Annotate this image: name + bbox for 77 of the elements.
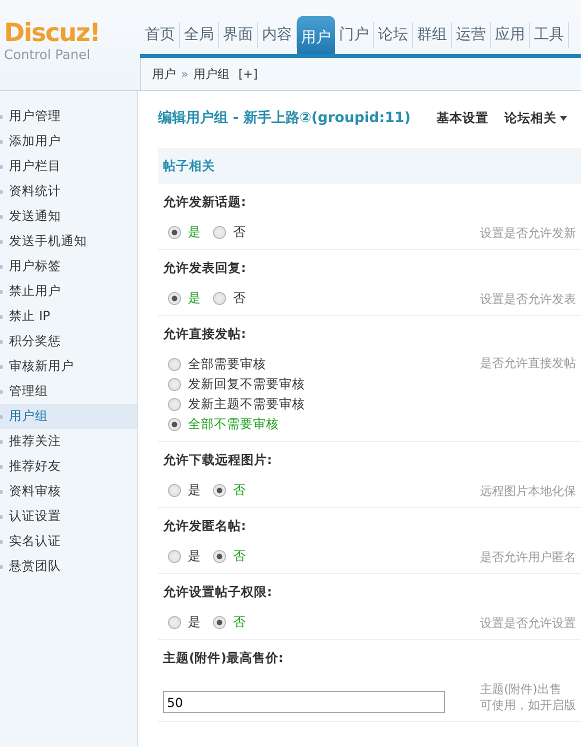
sidebar-item[interactable]: 资料审核	[0, 479, 137, 504]
radio-option[interactable]: 否	[213, 289, 246, 307]
sidebar-item[interactable]: 悬赏团队	[0, 554, 137, 579]
setting-hint: 设置是否允许发新	[480, 225, 577, 241]
radio-icon[interactable]	[168, 550, 181, 562]
setting-label: 允许直接发帖:	[163, 326, 247, 343]
setting-hint: 设置是否允许发表	[480, 291, 577, 307]
sidebar-item[interactable]: 资料统计	[0, 179, 137, 204]
sidebar-item[interactable]: 推荐关注	[0, 429, 137, 454]
radio-icon[interactable]	[213, 616, 226, 628]
nav-tab[interactable]: 运营	[452, 22, 491, 48]
section-title: 帖子相关	[163, 158, 215, 174]
radio-option[interactable]: 是	[168, 613, 201, 631]
setting-label: 允许发表回复:	[163, 260, 247, 277]
sidebar-item[interactable]: 推荐好友	[0, 454, 137, 479]
sidebar-item[interactable]: 审核新用户	[0, 354, 137, 379]
setting-hint: 是否允许用户匿名	[480, 549, 577, 565]
breadcrumb-link[interactable]: 用户	[152, 66, 176, 82]
sidebar-item[interactable]: 添加用户	[0, 129, 137, 154]
setting-hint: 可使用，如开启版	[480, 697, 577, 713]
add-link[interactable]: [+]	[238, 67, 258, 81]
setting-label: 允许发匿名帖:	[163, 518, 247, 535]
sidebar-item[interactable]: 管理组	[0, 379, 137, 404]
nav-tab[interactable]: 群组	[413, 22, 452, 48]
nav-tab[interactable]: 论坛	[374, 22, 413, 48]
sidebar-item[interactable]: 实名认证	[0, 529, 137, 554]
radio-option[interactable]: 发新主题不需要审核	[168, 395, 305, 413]
sidebar-item[interactable]: 用户组	[0, 404, 137, 429]
radio-icon[interactable]	[213, 292, 226, 304]
radio-icon[interactable]	[168, 358, 181, 370]
setting-label: 主题(附件)最高售价:	[163, 650, 284, 667]
page-tab[interactable]: 论坛相关	[504, 110, 567, 126]
breadcrumb-link[interactable]: 用户组	[193, 66, 230, 82]
setting-hint: 主题(附件)出售	[480, 681, 562, 697]
radio-icon[interactable]	[213, 484, 226, 496]
radio-option[interactable]: 是	[168, 547, 201, 565]
page-title: 编辑用户组 - 新手上路②(groupid:11)	[158, 109, 411, 127]
sidebar-item[interactable]: 用户管理	[0, 104, 137, 129]
sidebar-item[interactable]: 发送手机通知	[0, 229, 137, 254]
nav-tab[interactable]: 应用	[491, 22, 530, 48]
radio-option[interactable]: 否	[213, 223, 246, 241]
radio-icon[interactable]	[168, 418, 181, 430]
radio-icon[interactable]	[213, 550, 226, 562]
radio-icon[interactable]	[213, 226, 226, 238]
sidebar-item[interactable]: 禁止用户	[0, 279, 137, 304]
radio-icon[interactable]	[168, 616, 181, 628]
logo: Discuz!	[4, 20, 101, 45]
sidebar-item[interactable]: 认证设置	[0, 504, 137, 529]
radio-option[interactable]: 全部需要审核	[168, 355, 305, 373]
radio-option[interactable]: 是	[168, 481, 201, 499]
nav-tab[interactable]: 门户	[335, 22, 374, 48]
nav-tab[interactable]: 界面	[219, 22, 258, 48]
sidebar-item[interactable]: 发送通知	[0, 204, 137, 229]
nav-tab[interactable]: 用户	[297, 16, 335, 54]
nav-tab[interactable]: 全局	[180, 22, 219, 48]
setting-hint: 是否允许直接发帖	[480, 355, 577, 371]
sidebar-item[interactable]: 用户栏目	[0, 154, 137, 179]
sidebar-item[interactable]: 禁止 IP	[0, 304, 137, 329]
setting-label: 允许设置帖子权限:	[163, 584, 273, 601]
setting-label: 允许下载远程图片:	[163, 452, 273, 469]
nav-tab[interactable]: 首页	[141, 22, 180, 48]
radio-icon[interactable]	[168, 484, 181, 496]
page-tab[interactable]: 基本设置	[436, 110, 489, 126]
nav-tab[interactable]: 工具	[530, 22, 569, 48]
setting-hint: 远程图片本地化保	[480, 483, 577, 499]
setting-label: 允许发新话题:	[163, 194, 247, 211]
sidebar-item[interactable]: 用户标签	[0, 254, 137, 279]
radio-icon[interactable]	[168, 398, 181, 410]
radio-icon[interactable]	[168, 226, 181, 238]
breadcrumb-separator: »	[181, 67, 188, 81]
sidebar-item[interactable]: 积分奖惩	[0, 329, 137, 354]
logo-subtitle: Control Panel	[4, 48, 92, 63]
radio-icon[interactable]	[168, 292, 181, 304]
radio-icon[interactable]	[168, 378, 181, 390]
radio-option[interactable]: 发新回复不需要审核	[168, 375, 305, 393]
setting-hint: 设置是否允许设置	[480, 615, 577, 631]
input-field[interactable]: 50	[163, 691, 445, 713]
